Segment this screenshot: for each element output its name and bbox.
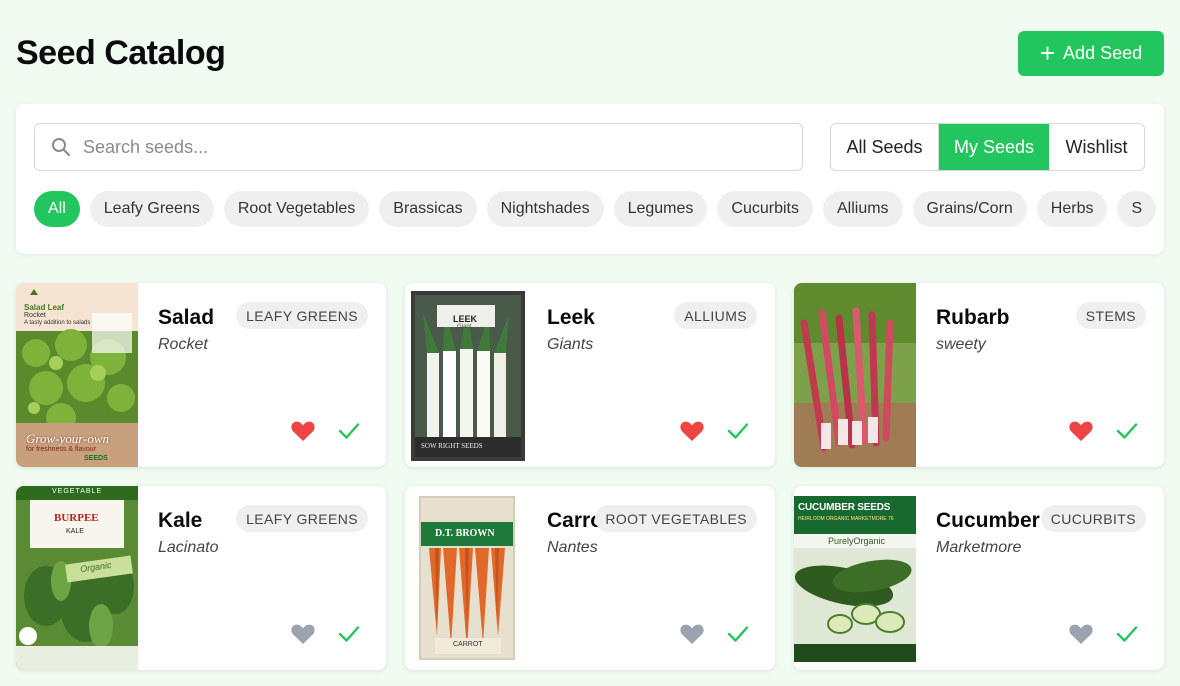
owned-check-icon[interactable] (338, 421, 360, 441)
category-chip-nightshades[interactable]: Nightshades (486, 191, 604, 227)
packet-title: LEEK (453, 314, 478, 324)
packet-title: CUCUMBER SEEDS (798, 502, 891, 513)
seed-packet-image: CUCUMBER SEEDS HEIRLOOM ORGANIC MARKETMO… (794, 486, 916, 670)
seed-card[interactable]: VEGETABLE BURPEE KALE Organic Kale Lacin… (16, 486, 386, 670)
seed-card[interactable]: LEEK Giant SOW RIGHT SEEDS Leek Giants A… (405, 283, 775, 467)
category-chip-legumes[interactable]: Legumes (613, 191, 708, 227)
tab-my-seeds[interactable]: My Seeds (939, 124, 1049, 170)
owned-check-icon[interactable] (338, 624, 360, 644)
category-chip-leafy-greens[interactable]: Leafy Greens (89, 191, 214, 227)
category-filters: All Leafy Greens Root Vegetables Brassic… (34, 191, 1157, 227)
seed-variety: Lacinato (158, 539, 219, 556)
category-chip-all[interactable]: All (34, 191, 80, 227)
seed-name: Rubarb (936, 306, 1010, 329)
page-title: Seed Catalog (16, 34, 226, 72)
favorite-heart-icon[interactable] (679, 623, 705, 645)
category-chip-alliums[interactable]: Alliums (822, 191, 903, 227)
seed-card[interactable]: Salad Leaf Rocket A tasty addition to sa… (16, 283, 386, 467)
seed-packet-image: D.T. BROWN CARROT (405, 486, 527, 670)
packet-brand: BURPEE (54, 512, 99, 524)
seed-variety: sweety (936, 336, 986, 353)
packet-tagline: A tasty addition to salads (24, 320, 91, 326)
tab-wishlist[interactable]: Wishlist (1049, 124, 1144, 170)
category-chip-more[interactable]: S (1117, 191, 1157, 227)
packet-brand: SOW RIGHT SEEDS (421, 442, 483, 450)
seed-name: Salad (158, 306, 215, 329)
plus-icon: + (1039, 37, 1056, 68)
seed-name: Kale (158, 509, 203, 532)
category-badge: STEMS (1075, 302, 1146, 329)
favorite-heart-icon[interactable] (679, 420, 705, 442)
owned-check-icon[interactable] (1116, 421, 1138, 441)
view-toggle: All Seeds My Seeds Wishlist (830, 123, 1145, 171)
seed-name: Leek (547, 306, 595, 329)
seed-variety: Rocket (158, 336, 208, 353)
favorite-heart-icon[interactable] (1068, 420, 1094, 442)
category-chip-root-vegetables[interactable]: Root Vegetables (223, 191, 370, 227)
seed-photo (794, 283, 916, 467)
packet-subtitle: HEIRLOOM ORGANIC MARKETMORE 76 (798, 516, 894, 522)
seed-card[interactable]: D.T. BROWN CARROT Carrot Nantes ROOT VEG… (405, 486, 775, 670)
packet-brand: D.T. BROWN (435, 528, 495, 539)
filter-panel: All Seeds My Seeds Wishlist All Leafy Gr… (16, 104, 1164, 254)
owned-check-icon[interactable] (1116, 624, 1138, 644)
seed-packet-image: Salad Leaf Rocket A tasty addition to sa… (16, 283, 138, 467)
packet-label: CARROT (453, 641, 483, 648)
page-header: Seed Catalog + Add Seed (16, 30, 1164, 78)
owned-check-icon[interactable] (727, 421, 749, 441)
search-box[interactable] (34, 123, 803, 171)
category-chip-herbs[interactable]: Herbs (1036, 191, 1108, 227)
packet-top: VEGETABLE (52, 488, 103, 495)
seed-packet-image: VEGETABLE BURPEE KALE Organic (16, 486, 138, 670)
tab-all-seeds[interactable]: All Seeds (831, 124, 939, 170)
packet-brand: SEEDS (84, 455, 108, 462)
seed-card[interactable]: Rubarb sweety STEMS (794, 283, 1164, 467)
add-seed-label: Add Seed (1063, 43, 1143, 63)
packet-title: KALE (66, 528, 84, 535)
category-chip-cucurbits[interactable]: Cucurbits (717, 191, 813, 227)
category-badge: LEAFY GREENS (236, 505, 368, 532)
owned-check-icon[interactable] (727, 624, 749, 644)
seed-variety: Giants (547, 336, 594, 353)
search-input[interactable] (83, 136, 763, 158)
packet-subtitle: Giant (457, 324, 472, 330)
search-icon (51, 137, 71, 157)
packet-slogan-2: for freshness & flavour (26, 446, 97, 453)
packet-title: Salad Leaf (24, 303, 65, 312)
category-badge: ALLIUMS (674, 302, 757, 329)
favorite-heart-icon[interactable] (290, 623, 316, 645)
packet-brand: PurelyOrganic (828, 536, 886, 546)
seed-card[interactable]: CUCUMBER SEEDS HEIRLOOM ORGANIC MARKETMO… (794, 486, 1164, 670)
seed-variety: Marketmore (936, 539, 1022, 556)
category-badge: CUCURBITS (1040, 505, 1146, 532)
seed-variety: Nantes (547, 539, 598, 556)
category-badge: ROOT VEGETABLES (595, 505, 757, 532)
category-chip-grains-corn[interactable]: Grains/Corn (912, 191, 1027, 227)
favorite-heart-icon[interactable] (1068, 623, 1094, 645)
category-badge: LEAFY GREENS (236, 302, 368, 329)
category-chip-brassicas[interactable]: Brassicas (379, 191, 477, 227)
seed-name: Cucumber (936, 509, 1040, 532)
add-seed-button[interactable]: + Add Seed (1018, 31, 1164, 76)
seed-packet-image: LEEK Giant SOW RIGHT SEEDS (405, 283, 527, 467)
packet-subtitle: Rocket (24, 312, 46, 319)
packet-slogan: Grow-your-own (26, 431, 110, 446)
favorite-heart-icon[interactable] (290, 420, 316, 442)
